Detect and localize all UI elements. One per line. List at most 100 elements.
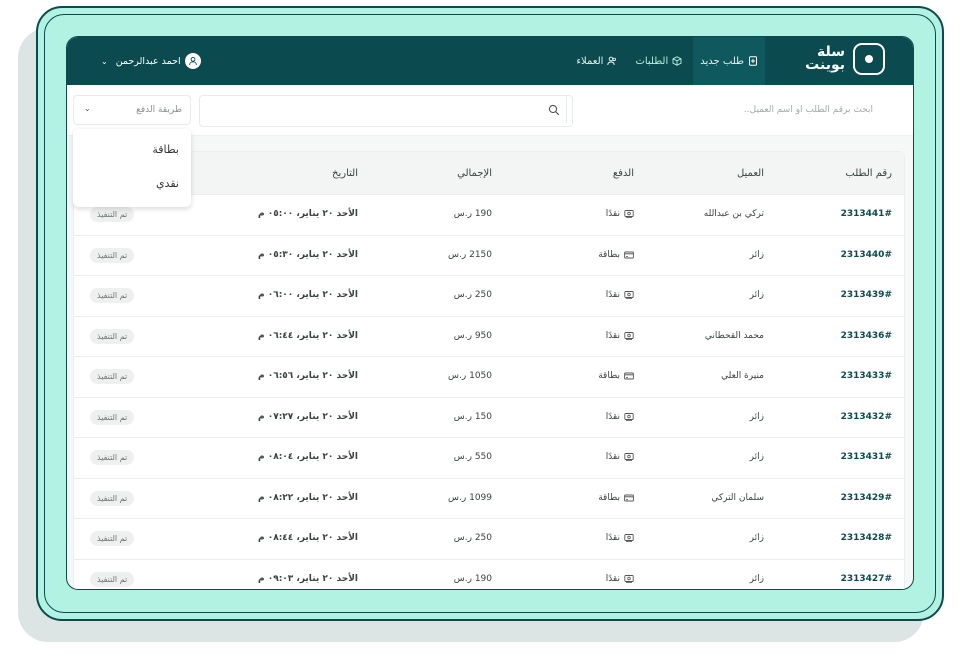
order-total: 250 ر.س [453,533,492,543]
search-icon[interactable] [548,104,560,116]
customer-name: محمد القحطاني [704,330,764,341]
nav-tab-label: العملاء [576,55,604,67]
payment-method: نقدًا [606,209,634,219]
avatar [184,53,201,69]
order-total: 1050 ر.س [448,371,492,381]
order-total: 550 ر.س [453,452,492,462]
order-date: الأحد ٢٠ يناير، ٠٥:٣٠ م [257,249,358,260]
payment-label: نقدًا [605,209,620,219]
table-row[interactable]: 2313431# زائر نقدًا 550 ر.س الأحد ٢٠ يناير، … [74,437,904,478]
filter-toolbar: ابحث برقم الطلب او اسم العميل.. طريقة ال… [67,85,913,136]
order-date: الأحد ٢٠ يناير، ٠٥:٠٠ م [257,209,358,219]
status-badge: تم التنفيذ [90,571,135,587]
cash-icon [624,291,634,299]
status-badge: تم التنفيذ [90,531,135,546]
order-date: الأحد ٢٠ يناير، ٠٧:٢٧ م [257,411,358,422]
cash-icon [624,534,634,542]
payment-label: نقدًا [605,411,620,422]
cash-icon [624,210,634,218]
header-total[interactable]: الإجمالي [457,168,492,179]
payment-method-select[interactable]: طريقة الدفع ⌄ [73,95,191,125]
order-date: الأحد ٢٠ يناير، ٠٨:٢٢ م [257,492,358,503]
status-badge: تم التنفيذ [90,328,135,344]
order-total: 950 ر.س [453,330,492,341]
payment-method: نقدًا [606,533,634,543]
payment-method: نقدًا [606,331,634,341]
payment-method: نقدًا [606,412,634,422]
order-date: الأحد ٢٠ يناير، ٠٦:٤٤ م [257,330,358,341]
users-icon [607,56,617,66]
orders-table: رقم الطلب العميل الدفع الإجمالي التاريخ … [73,151,905,590]
top-navbar: سلة بوينت طلب جديد الطلبات العملاء احمد … [67,37,913,85]
order-id[interactable]: 2313428# [841,533,892,543]
payment-method: نقدًا [606,452,634,462]
chevron-down-icon: ⌄ [84,104,91,113]
nav-tab-orders[interactable]: الطلبات [628,37,689,85]
table-row[interactable]: 2313439# زائر نقدًا 250 ر.س الأحد ٢٠ يناير، … [74,275,904,316]
customer-name: زائر [749,411,764,422]
search-divider [566,97,567,123]
nav-tab-customers[interactable]: العملاء [569,37,624,85]
order-total: 190 ر.س [453,573,492,584]
table-row[interactable]: 2313436# محمد القحطاني نقدًا 950 ر.س الأحد ٢… [74,315,904,357]
header-customer[interactable]: العميل [737,168,764,179]
status-badge: تم التنفيذ [90,409,135,425]
table-row[interactable]: 2313428# زائر نقدًا 250 ر.س الأحد ٢٠ يناير، … [74,518,904,559]
table-header: رقم الطلب العميل الدفع الإجمالي التاريخ [74,152,904,194]
status-badge: تم التنفيذ [90,247,135,263]
customer-name: زائر [749,533,764,543]
header-order-id[interactable]: رقم الطلب [845,168,892,179]
order-id[interactable]: 2313440# [841,250,892,260]
order-id[interactable]: 2313427# [841,574,892,584]
payment-method: بطاقة [598,493,634,503]
file-plus-icon [749,56,757,66]
customer-name: زائر [749,573,764,584]
logo-mark-icon [853,43,885,75]
cash-icon [624,574,634,583]
nav-tabs: طلب جديد الطلبات العملاء [569,37,765,85]
brand-logo[interactable]: سلة بوينت [805,43,885,75]
order-total: 2150 ر.س [448,249,492,260]
box-icon [672,56,682,66]
payment-method: نقدًا [606,290,634,300]
user-name: احمد عبدالرحمن [115,55,181,67]
search-input[interactable]: ابحث برقم الطلب او اسم العميل.. [744,105,873,115]
table-row[interactable]: 2313433# منيرة العلي بطاقة 1050 ر.س الأحد ٢٠… [74,356,904,397]
order-id[interactable]: 2313429# [841,493,892,503]
status-badge: تم التنفيذ [90,450,135,465]
order-id[interactable]: 2313432# [841,412,892,422]
table-row[interactable]: 2313432# زائر نقدًا 150 ر.س الأحد ٢٠ يناير، … [74,396,904,438]
user-icon [188,56,197,66]
order-id[interactable]: 2313431# [841,452,892,462]
search-input-box[interactable] [199,95,573,127]
payment-label: نقدًا [605,452,620,462]
order-id[interactable]: 2313436# [841,331,892,341]
order-id[interactable]: 2313433# [841,371,892,381]
table-row[interactable]: 2313441# تركي بن عبدالله نقدًا 190 ر.س الأحد… [74,194,904,235]
customer-name: تركي بن عبدالله [703,209,764,219]
table-row[interactable]: 2313440# زائر بطاقة 2150 ر.س الأحد ٢٠ يناير،… [74,234,904,276]
order-total: 190 ر.س [453,209,492,219]
table-row[interactable]: 2313429# سلمان التركي بطاقة 1099 ر.س الأحد ٢… [74,477,904,519]
payment-method-dropdown: بطاقة نقدي [73,129,191,207]
order-total: 1099 ر.س [448,492,492,503]
order-id[interactable]: 2313439# [841,290,892,300]
header-payment[interactable]: الدفع [613,168,634,179]
payment-label: نقدًا [605,533,620,543]
customer-name: زائر [749,290,764,300]
order-id[interactable]: 2313441# [841,209,892,219]
dropdown-option-cash[interactable]: نقدي [156,177,179,190]
order-date: الأحد ٢٠ يناير، ٠٨:٤٤ م [257,533,358,543]
payment-label: نقدًا [605,573,620,584]
customer-name: سلمان التركي [711,492,764,503]
user-menu[interactable]: احمد عبدالرحمن ⌄ [101,53,201,69]
payment-label: بطاقة [598,249,620,260]
header-date[interactable]: التاريخ [332,168,358,179]
order-date: الأحد ٢٠ يناير، ٠٦:٥٦ م [257,371,358,381]
order-date: الأحد ٢٠ يناير، ٠٩:٠٣ م [257,573,358,584]
logo-text: سلة بوينت [805,44,845,73]
nav-tab-new-order[interactable]: طلب جديد [693,37,765,85]
credit-card-icon [624,372,634,380]
dropdown-option-card[interactable]: بطاقة [152,143,179,156]
table-row[interactable]: 2313427# زائر نقدًا 190 ر.س الأحد ٢٠ يناير، … [74,558,904,590]
